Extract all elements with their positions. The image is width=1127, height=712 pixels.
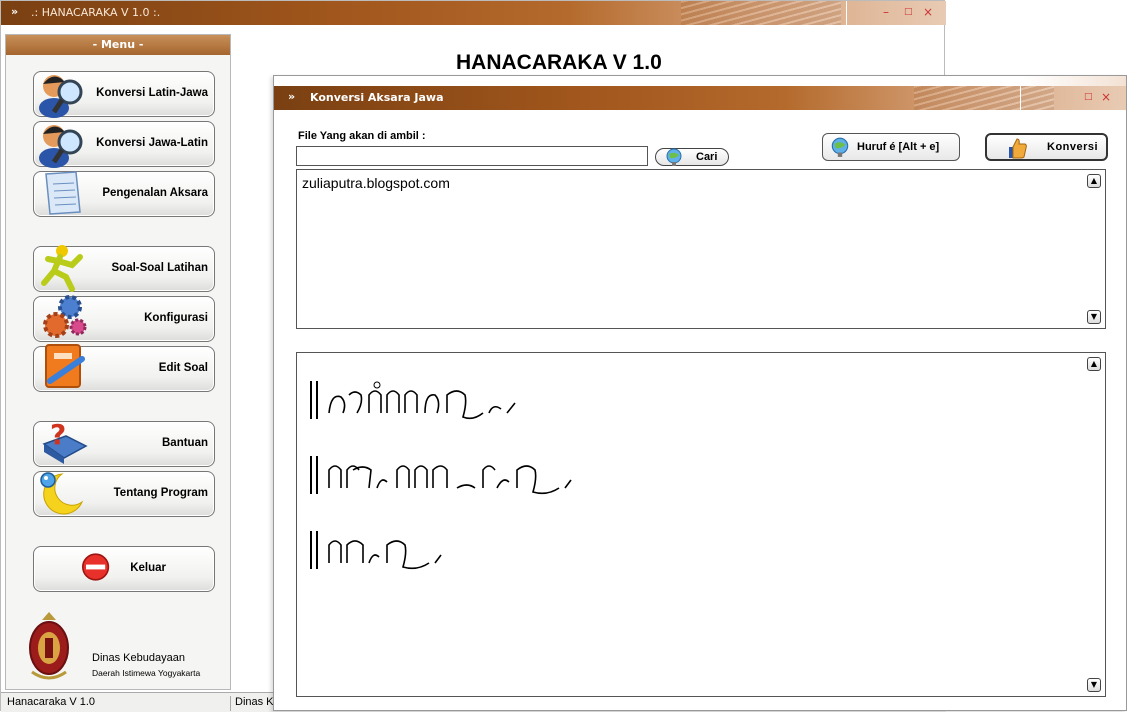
- latin-input-text: zuliaputra.blogspot.com: [302, 175, 450, 191]
- sidebar-item-konfigurasi[interactable]: Konfigurasi: [33, 295, 215, 342]
- dialog-frame-top: [274, 76, 1126, 86]
- scroll-down-icon[interactable]: ▼: [1087, 310, 1101, 324]
- sidebar-item-label: Pengenalan Aksara: [102, 187, 208, 199]
- scroll-up-icon[interactable]: ▲: [1087, 357, 1101, 371]
- book-edit-icon: [45, 344, 85, 388]
- huruf-e-label: Huruf é [Alt + e]: [857, 141, 940, 153]
- sidebar: - Menu - Konversi Latin-Jawa Konversi Ja…: [5, 34, 231, 690]
- main-titlebar[interactable]: » .: HANACARAKA V 1.0 :. – □ ×: [1, 1, 946, 25]
- sidebar-item-label: Edit Soal: [158, 362, 208, 374]
- document-icon: [45, 171, 81, 215]
- close-icon[interactable]: ×: [1101, 90, 1111, 104]
- help-book-icon: ?: [42, 418, 88, 464]
- close-icon[interactable]: ×: [923, 5, 933, 19]
- sidebar-item-konversi-jawa-latin[interactable]: Konversi Jawa-Latin: [33, 121, 215, 168]
- running-person-icon: [41, 245, 83, 292]
- app-menu-icon[interactable]: »: [11, 5, 18, 18]
- maximize-icon[interactable]: □: [1084, 92, 1093, 102]
- yogyakarta-seal-icon: [29, 612, 69, 680]
- maximize-icon[interactable]: □: [904, 7, 913, 17]
- org-region: Daerah Istimewa Yogyakarta: [92, 668, 201, 678]
- sidebar-item-label: Soal-Soal Latihan: [111, 262, 209, 274]
- dialog-title: Konversi Aksara Jawa: [310, 91, 444, 104]
- sidebar-item-soal-soal-latihan[interactable]: Soal-Soal Latihan: [33, 245, 215, 292]
- org-name: Dinas Kebudayaan: [92, 652, 185, 664]
- menu-header: - Menu -: [6, 35, 230, 55]
- dialog-menu-icon[interactable]: »: [288, 90, 295, 103]
- moon-icon: [40, 472, 84, 515]
- scroll-up-icon[interactable]: ▲: [1087, 174, 1101, 188]
- file-path-input[interactable]: [296, 146, 648, 166]
- latin-input-area[interactable]: zuliaputra.blogspot.com ▲ ▼: [296, 169, 1106, 329]
- svg-text:?: ?: [50, 418, 66, 451]
- status-panel-app: Hanacaraka V 1.0: [3, 696, 231, 711]
- javanese-script-line: [310, 531, 442, 570]
- konversi-label: Konversi: [1047, 141, 1099, 153]
- sidebar-item-edit-soal[interactable]: Edit Soal: [33, 344, 215, 392]
- titlebar-separator: [846, 1, 847, 25]
- sidebar-item-label: Bantuan: [162, 437, 208, 449]
- javanese-output-area[interactable]: ▲ ▼: [296, 352, 1106, 697]
- sidebar-item-label: Konfigurasi: [144, 312, 208, 324]
- gears-icon: [43, 295, 87, 338]
- user-search-icon: [39, 75, 83, 118]
- sidebar-item-konversi-latin-jawa[interactable]: Konversi Latin-Jawa: [33, 71, 215, 118]
- main-window-title: .: HANACARAKA V 1.0 :.: [31, 6, 161, 19]
- sidebar-item-tentang-program[interactable]: Tentang Program: [33, 471, 215, 517]
- cari-button[interactable]: Cari: [655, 148, 729, 166]
- app-heading: HANACARAKA V 1.0: [456, 51, 662, 74]
- huruf-e-button[interactable]: Huruf é [Alt + e]: [822, 133, 960, 161]
- javanese-script-line: [310, 456, 572, 495]
- titlebar-separator: [1020, 86, 1021, 110]
- thumbs-up-icon: [1009, 138, 1027, 159]
- user-search-icon: [39, 125, 83, 168]
- sidebar-item-keluar[interactable]: Keluar: [33, 546, 215, 592]
- globe-icon: [666, 148, 682, 166]
- sidebar-item-bantuan[interactable]: ? Bantuan: [33, 418, 215, 467]
- org-logo-area: Dinas Kebudayaan Daerah Istimewa Yogyaka…: [26, 610, 226, 690]
- dialog-titlebar[interactable]: » Konversi Aksara Jawa □ ×: [274, 86, 1126, 110]
- javanese-script-line: [310, 381, 516, 420]
- cari-label: Cari: [696, 151, 718, 163]
- konversi-button[interactable]: Konversi: [985, 133, 1108, 161]
- file-label: File Yang akan di ambil :: [298, 130, 426, 142]
- titlebar-decoration: [681, 1, 841, 25]
- globe-icon: [831, 137, 849, 157]
- minimize-icon[interactable]: –: [883, 5, 889, 19]
- sidebar-item-label: Keluar: [130, 562, 166, 574]
- sidebar-item-label: Tentang Program: [113, 487, 208, 499]
- stop-icon: [82, 553, 110, 581]
- titlebar-decoration: [914, 86, 1054, 110]
- sidebar-item-label: Konversi Latin-Jawa: [96, 87, 208, 99]
- scroll-down-icon[interactable]: ▼: [1087, 678, 1101, 692]
- konversi-dialog: » Konversi Aksara Jawa □ × File Yang aka…: [273, 75, 1127, 711]
- sidebar-item-label: Konversi Jawa-Latin: [96, 137, 208, 149]
- sidebar-item-pengenalan-aksara[interactable]: Pengenalan Aksara: [33, 171, 215, 217]
